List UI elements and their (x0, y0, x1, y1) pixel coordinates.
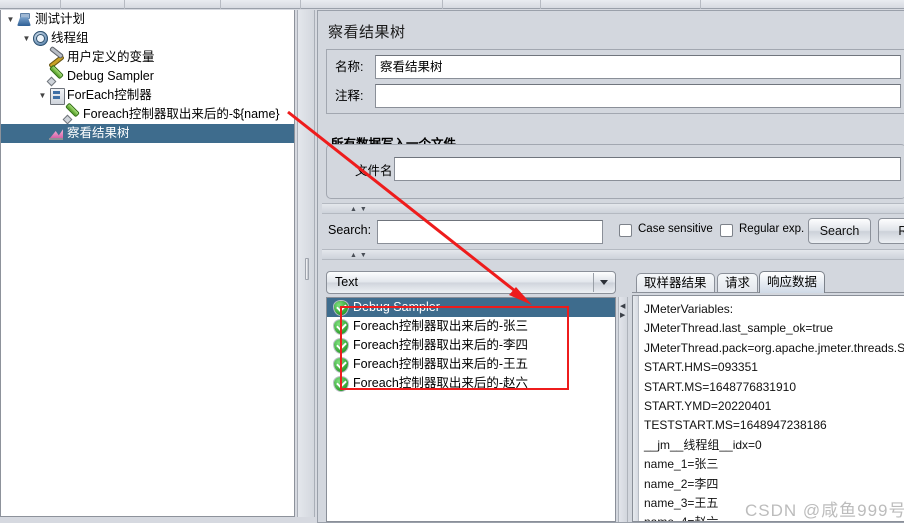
splitter-grip[interactable] (305, 258, 309, 280)
splitter-down-arrow-icon[interactable]: ▶ (620, 312, 625, 319)
result-list-item[interactable]: Foreach控制器取出来后的-李四 (327, 336, 615, 355)
tree-item-4[interactable]: ▼ ForEach控制器 (1, 86, 294, 106)
toolbar-separator (220, 0, 221, 9)
sampler-icon (64, 106, 81, 123)
comment-label: 注释: (335, 89, 364, 103)
toolbar-separator (60, 0, 61, 9)
result-item-label: Foreach控制器取出来后的-赵六 (353, 376, 529, 390)
collapse-divider-search[interactable]: ▲▼ (322, 203, 904, 214)
tree-item-label: 用户定义的变量 (67, 50, 155, 65)
tree-item-label: ForEach控制器 (67, 88, 152, 103)
main-splitter[interactable] (297, 10, 315, 517)
jmeter-window: ▼ 测试计划 ▼ 线程组 用户定义的变量 Debug Sampler ▼ ForEach控制器… (0, 0, 904, 523)
result-list-item[interactable]: Debug Sampler (327, 298, 615, 317)
config-element-icon (48, 49, 65, 66)
result-item-label: Debug Sampler (353, 300, 440, 314)
response-gutter (633, 296, 639, 521)
tree-item-label: 察看结果树 (67, 126, 130, 141)
regular-exp-label: Regular exp. (739, 223, 805, 235)
write-all-data-group: 文件名 (326, 144, 904, 199)
regular-exp-checkbox[interactable] (720, 224, 733, 237)
tree-item-label: Foreach控制器取出来后的-${name} (83, 107, 280, 122)
name-label: 名称: (335, 60, 364, 74)
comment-input[interactable] (375, 84, 901, 108)
response-data-area[interactable]: JMeterVariables: JMeterThread.last_sampl… (632, 295, 904, 522)
success-shield-icon (334, 300, 348, 315)
search-label: Search: (328, 223, 372, 237)
tree-item-label: 线程组 (51, 31, 89, 46)
success-shield-icon (334, 319, 348, 334)
toolbar-separator (442, 0, 443, 9)
filename-label: 文件名 (355, 164, 393, 178)
result-list-item[interactable]: Foreach控制器取出来后的-张三 (327, 317, 615, 336)
reset-button[interactable]: Res (878, 218, 904, 244)
sampler-icon (48, 68, 65, 85)
tree-item-2[interactable]: 用户定义的变量 (1, 48, 294, 67)
tree-item-label: 测试计划 (35, 12, 86, 27)
result-list-item[interactable]: Foreach控制器取出来后的-赵六 (327, 374, 615, 393)
result-item-label: Foreach控制器取出来后的-李四 (353, 338, 529, 352)
collapse-arrows-icon[interactable]: ▲▼ (350, 250, 370, 261)
case-sensitive-checkbox[interactable] (619, 224, 632, 237)
view-results-tree-icon (48, 125, 65, 142)
toolbar-separator (124, 0, 125, 9)
collapse-divider-results[interactable]: ▲▼ (322, 249, 904, 260)
tab-0[interactable]: 取样器结果 (636, 273, 715, 293)
filename-input[interactable] (394, 157, 901, 181)
chevron-down-icon[interactable] (593, 273, 613, 292)
splitter-up-arrow-icon[interactable]: ◀ (620, 303, 625, 310)
case-sensitive-label: Case sensitive (638, 223, 713, 235)
chevron-down-icon[interactable]: ▼ (37, 86, 48, 105)
result-list-item[interactable]: Foreach控制器取出来后的-王五 (327, 355, 615, 374)
tree-item-3[interactable]: Debug Sampler (1, 67, 294, 86)
result-item-label: Foreach控制器取出来后的-王五 (353, 357, 529, 371)
tree-item-1[interactable]: ▼ 线程组 (1, 29, 294, 48)
chevron-down-icon[interactable]: ▼ (5, 10, 16, 29)
test-plan-tree[interactable]: ▼ 测试计划 ▼ 线程组 用户定义的变量 Debug Sampler ▼ ForEach控制器… (0, 10, 295, 517)
renderer-selected-value: Text (335, 275, 358, 289)
tree-item-6[interactable]: 察看结果树 (1, 124, 294, 143)
chevron-down-icon[interactable]: ▼ (21, 29, 32, 48)
tab-2[interactable]: 响应数据 (759, 271, 826, 293)
renderer-combobox[interactable]: Text (326, 271, 616, 294)
toolbar-strip (0, 0, 904, 9)
success-shield-icon (334, 357, 348, 372)
response-tabs[interactable]: 取样器结果 请求 响应数据 (632, 271, 904, 293)
view-results-tree-panel: 察看结果树 名称: 察看结果树 注释: 所有数据写入一个文件 文件名 ▲▼ Se… (317, 10, 904, 523)
thread-group-icon (32, 30, 49, 47)
search-button[interactable]: Search (808, 218, 871, 244)
search-bar: Search: Case sensitive Regular exp. Sear… (318, 215, 904, 249)
success-shield-icon (334, 376, 348, 391)
test-plan-icon (16, 11, 33, 28)
result-item-label: Foreach控制器取出来后的-张三 (353, 319, 529, 333)
search-input[interactable] (377, 220, 603, 244)
name-comment-group: 名称: 察看结果树 注释: (326, 49, 904, 114)
toolbar-separator (540, 0, 541, 9)
tree-item-5[interactable]: Foreach控制器取出来后的-${name} (1, 105, 294, 124)
tab-1[interactable]: 请求 (717, 273, 759, 293)
results-response-splitter[interactable]: ◀ ▶ (618, 297, 628, 522)
collapse-arrows-icon[interactable]: ▲▼ (350, 204, 370, 215)
tree-item-0[interactable]: ▼ 测试计划 (1, 10, 294, 29)
name-input[interactable]: 察看结果树 (375, 55, 901, 79)
page-title: 察看结果树 (328, 24, 406, 41)
toolbar-separator (700, 0, 701, 9)
toolbar-separator (300, 0, 301, 9)
tree-item-label: Debug Sampler (67, 69, 154, 84)
controller-icon (48, 87, 65, 106)
success-shield-icon (334, 338, 348, 353)
results-list[interactable]: Debug Sampler Foreach控制器取出来后的-张三 Foreach控制… (326, 297, 616, 522)
response-text: JMeterVariables: JMeterThread.last_sampl… (644, 302, 904, 521)
